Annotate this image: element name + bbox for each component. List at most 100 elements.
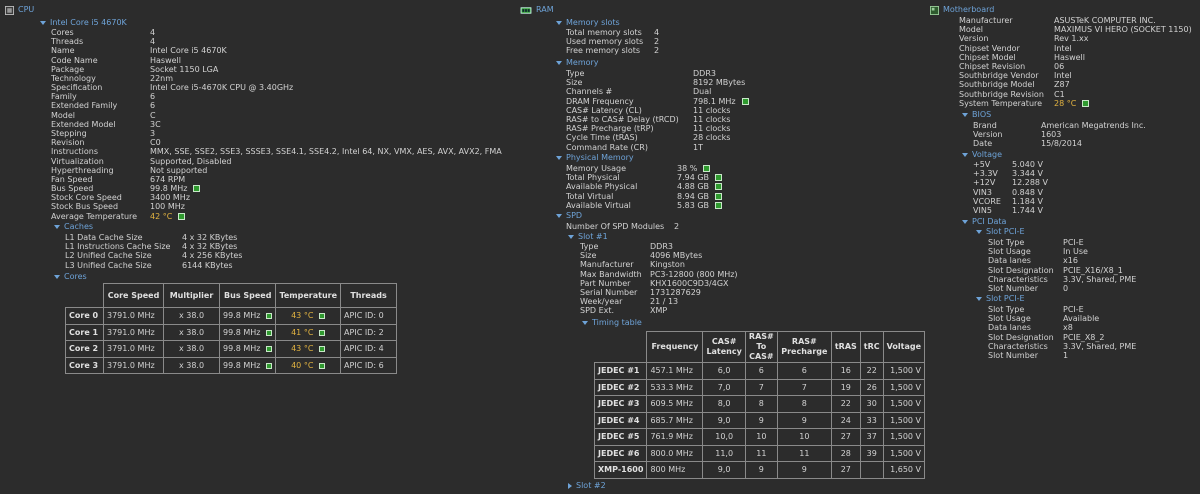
ram-node-spd[interactable]: SPD <box>556 211 582 220</box>
table-cell: 3791.0 MHz <box>103 340 164 358</box>
expanded-arrow-icon[interactable] <box>976 296 982 301</box>
prop-key: Command Rate (CR) <box>566 142 648 152</box>
prop-value: 2 <box>654 37 660 47</box>
expanded-arrow-icon[interactable] <box>976 229 982 234</box>
status-indicator-icon <box>319 362 326 369</box>
table-cell: 7 <box>776 378 832 396</box>
cpu-node-caches[interactable]: Caches <box>54 222 93 231</box>
prop-available-virtual: Available Virtual 5.83 GB <box>566 201 966 210</box>
prop-value: PCIE_X16/X8_1 <box>1063 265 1123 275</box>
expanded-arrow-icon[interactable] <box>556 60 562 65</box>
prop-key: Model <box>959 25 984 35</box>
prop-week-year: Week/year 21 / 13 <box>580 297 980 306</box>
expanded-arrow-icon[interactable] <box>568 234 574 239</box>
ram-node-timing-table[interactable]: Timing table <box>582 318 642 327</box>
prop-chipset-revision: Chipset Revision 06 <box>959 62 1200 71</box>
status-indicator-icon <box>178 212 186 220</box>
row-header: Core 3 <box>65 356 104 374</box>
table-cell: 11,0 <box>702 444 746 462</box>
cell-value: 7 <box>801 382 807 392</box>
expanded-arrow-icon[interactable] <box>54 274 60 279</box>
prop-key: RAS# Precharge (tRP) <box>566 124 654 134</box>
row-header: JEDEC #3 <box>593 395 648 413</box>
cell-value: 16 <box>840 366 851 376</box>
cpu-node-cores[interactable]: Cores <box>54 272 87 281</box>
prop-value: MMX, SSE, SSE2, SSE3, SSSE3, SSE4.1, SSE… <box>150 147 502 157</box>
expanded-arrow-icon[interactable] <box>962 112 968 117</box>
prop-value: 4 x 32 KBytes <box>182 233 238 242</box>
prop-5v: +5V 5.040 V <box>973 160 1200 169</box>
table-cell: 8,0 <box>702 395 746 413</box>
prop-manufacturer: Manufacturer ASUSTeK COMPUTER INC. <box>959 16 1200 25</box>
prop-key: Hyperthreading <box>51 165 114 175</box>
mb-node-bios[interactable]: BIOS <box>962 110 991 119</box>
prop-key: Instructions <box>51 147 98 157</box>
prop-ras-to-cas-delay-trcd: RAS# to CAS# Delay (tRCD) 11 clocks <box>566 115 966 124</box>
mb-node-slot-pcie-1[interactable]: Slot PCI-E <box>976 227 1025 236</box>
table-cell: 3791.0 MHz <box>103 307 164 325</box>
mb-node-pci-data[interactable]: PCI Data <box>962 217 1006 226</box>
cpu-node-intel-core[interactable]: Intel Core i5 4670K <box>40 18 127 27</box>
prop-value: C1 <box>1054 89 1065 99</box>
prop-key: Number Of SPD Modules <box>566 222 665 231</box>
prop-key: Data lanes <box>988 323 1031 333</box>
mb-node-slot-pcie-2[interactable]: Slot PCI-E <box>976 294 1025 303</box>
table-cell: x 38.0 <box>163 340 220 358</box>
cell-value: 1,500 V <box>890 382 922 392</box>
prop-free-memory-slots: Free memory slots 2 <box>566 46 966 55</box>
prop-value: C0 <box>150 138 161 148</box>
ram-node-memory-slots[interactable]: Memory slots <box>556 18 620 27</box>
ram-node-memory[interactable]: Memory <box>556 58 599 67</box>
prop-value: 1 <box>1063 351 1069 360</box>
prop-value: 674 RPM <box>150 174 186 184</box>
cell-value: 3791.0 MHz <box>107 311 155 321</box>
expanded-arrow-icon[interactable] <box>556 20 562 25</box>
cell-value: 19 <box>840 382 851 392</box>
prop-key: Cores <box>51 28 74 37</box>
cell-value: 457.1 MHz <box>650 366 693 376</box>
prop-key: VCORE <box>973 196 1001 206</box>
timing-header-voltage: Voltage <box>882 331 926 363</box>
collapsed-arrow-icon[interactable] <box>568 482 572 489</box>
expanded-arrow-icon[interactable] <box>962 152 968 157</box>
prop-specification: Specification Intel Core i5-4670K CPU @ 3… <box>51 83 451 92</box>
prop-value: 6 <box>150 92 156 102</box>
prop-key: Max Bandwidth <box>580 269 642 279</box>
table-row: JEDEC #5 761.9 MHz 10,0 10 10 27 37 1,500 V <box>593 428 926 446</box>
prop-value: 11 clocks <box>693 124 731 134</box>
expanded-arrow-icon[interactable] <box>40 20 46 25</box>
ram-node-timing-table-label: Timing table <box>592 318 642 327</box>
prop-value: 4 x 256 KBytes <box>182 251 243 261</box>
expanded-arrow-icon[interactable] <box>582 320 588 325</box>
table-cell: 533.3 MHz <box>646 378 704 396</box>
prop-l2-unified-cache-size: L2 Unified Cache Size 4 x 256 KBytes <box>65 251 465 260</box>
table-cell: APIC ID: 2 <box>340 323 398 341</box>
expanded-arrow-icon[interactable] <box>54 224 60 229</box>
timing-header-trc: tRC <box>859 331 884 363</box>
ram-node-slot-2[interactable]: Slot #2 <box>568 481 606 490</box>
status-indicator-icon <box>266 346 273 353</box>
prop-value: ASUSTeK COMPUTER INC. <box>1054 16 1156 25</box>
prop-key: Week/year <box>580 297 623 307</box>
table-cell: 99.8 MHz <box>218 340 277 358</box>
row-header: JEDEC #5 <box>593 428 648 446</box>
ram-node-physical-memory[interactable]: Physical Memory <box>556 153 634 162</box>
ram-node-slot-1[interactable]: Slot #1 <box>568 232 608 241</box>
cores-header-multiplier: Multiplier <box>163 283 220 308</box>
ram-node-memory-slots-label: Memory slots <box>566 18 620 27</box>
cell-value: 99.8 MHz <box>223 311 261 321</box>
cell-value: 39 <box>866 448 877 458</box>
expanded-arrow-icon[interactable] <box>556 155 562 160</box>
prop-key: +12V <box>973 178 996 188</box>
prop-value: 1T <box>693 142 703 152</box>
expanded-arrow-icon[interactable] <box>556 213 562 218</box>
cell-value: 9,0 <box>717 465 731 475</box>
cell-value: 40 °C <box>291 360 314 370</box>
mb-node-voltage[interactable]: Voltage <box>962 150 1002 159</box>
table-cell: 28 <box>830 444 861 462</box>
table-cell: 41 °C <box>275 323 342 341</box>
prop-value: 28 clocks <box>693 133 731 143</box>
prop-key: Threads <box>51 37 84 47</box>
expanded-arrow-icon[interactable] <box>962 219 968 224</box>
table-cell: 9 <box>776 461 832 479</box>
